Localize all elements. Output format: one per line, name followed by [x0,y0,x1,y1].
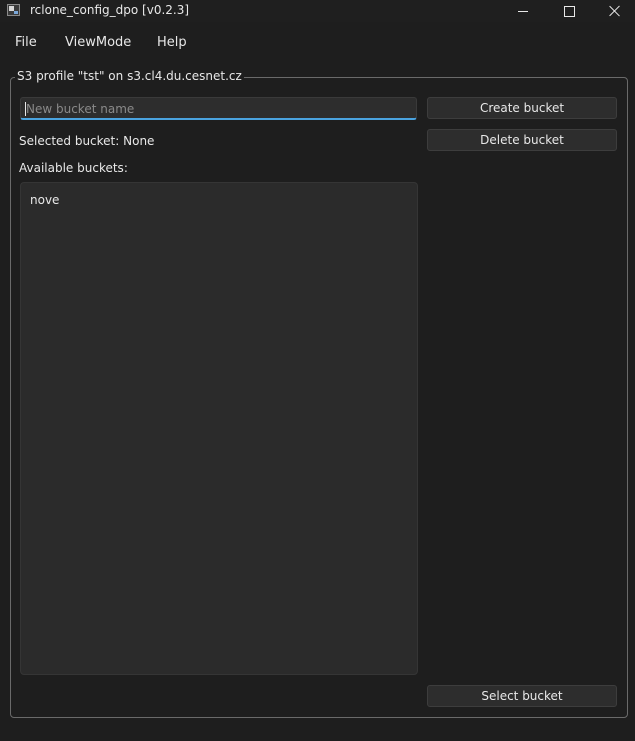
app-icon [7,4,20,16]
title-bar[interactable]: rclone_config_dpo [v0.2.3] [0,0,635,22]
menu-viewmode[interactable]: ViewMode [65,35,131,50]
menu-bar: File ViewMode Help [0,30,635,56]
list-item[interactable]: nove [30,193,59,207]
close-icon [609,5,621,17]
window-title: rclone_config_dpo [v0.2.3] [30,3,190,17]
bucket-list[interactable]: nove [20,182,418,675]
group-title: S3 profile "tst" on s3.cl4.du.cesnet.cz [15,69,244,83]
menu-file[interactable]: File [15,35,37,50]
app-window: rclone_config_dpo [v0.2.3] File ViewMode… [0,0,635,741]
text-caret [25,102,26,116]
menu-help[interactable]: Help [157,35,187,50]
maximize-icon [563,5,575,17]
close-button[interactable] [592,0,635,22]
minimize-button[interactable] [500,0,546,22]
maximize-button[interactable] [546,0,592,22]
delete-bucket-button[interactable]: Delete bucket [427,129,617,151]
minimize-icon [518,10,528,12]
new-bucket-name-input[interactable] [20,97,417,120]
create-bucket-button[interactable]: Create bucket [427,97,617,119]
selected-bucket-label: Selected bucket: None [19,134,155,148]
available-buckets-label: Available buckets: [19,161,128,175]
select-bucket-button[interactable]: Select bucket [427,685,617,707]
